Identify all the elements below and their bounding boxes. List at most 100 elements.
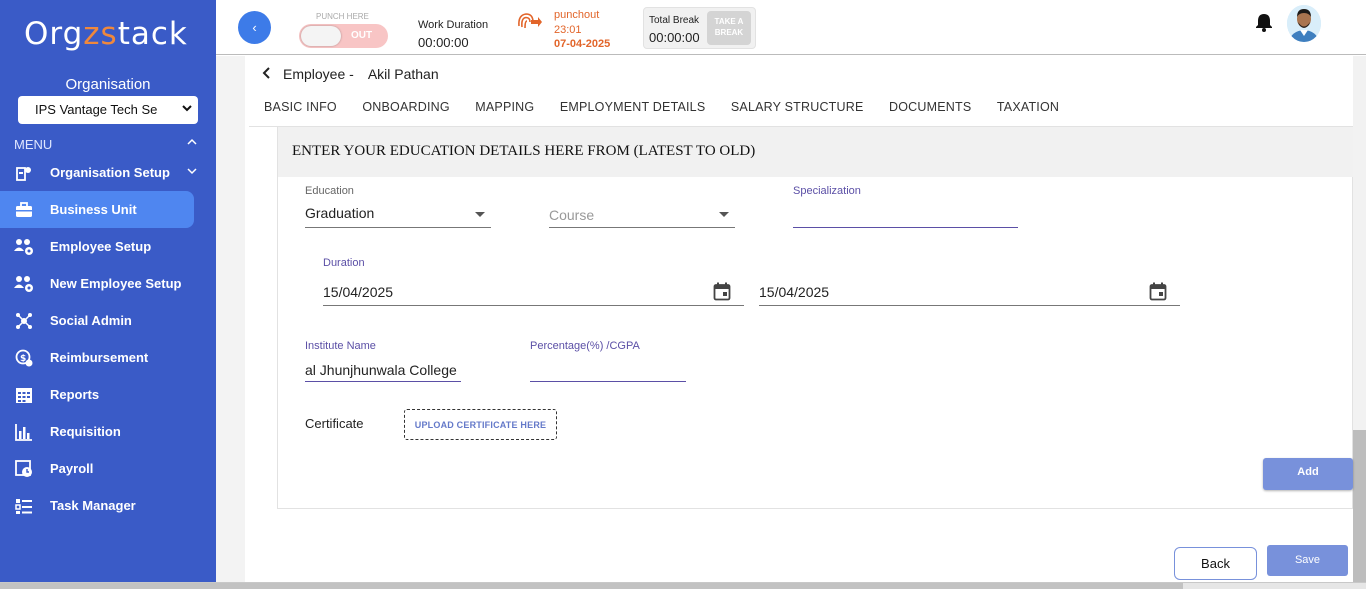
sidebar-item-label: Reports bbox=[50, 387, 100, 402]
course-select[interactable]: Course bbox=[549, 207, 594, 223]
svg-text:$: $ bbox=[20, 354, 26, 364]
institute-underline bbox=[305, 381, 461, 382]
sidebar-item-organisation-setup[interactable]: Organisation Setup bbox=[0, 154, 197, 191]
calendar-grid-icon bbox=[14, 385, 34, 405]
sidebar-item-reimbursement[interactable]: $ Reimbursement bbox=[0, 339, 194, 376]
payroll-icon bbox=[14, 459, 34, 479]
tab-documents[interactable]: DOCUMENTS bbox=[889, 89, 971, 126]
institute-label: Institute Name bbox=[305, 340, 376, 352]
sidebar: Orgzstack Organisation IPS Vantage Tech … bbox=[0, 0, 216, 582]
education-label: Education bbox=[305, 185, 354, 197]
sidebar-item-label: Reimbursement bbox=[50, 350, 149, 365]
breadcrumb-employee-name: Akil Pathan bbox=[367, 66, 439, 82]
org-setup-icon bbox=[14, 163, 34, 183]
sidebar-nav: Organisation Setup Business Unit Employe… bbox=[0, 154, 216, 524]
back-button[interactable]: Back bbox=[1174, 547, 1257, 580]
specialization-input[interactable] bbox=[793, 227, 1018, 228]
punchout-label: punchout bbox=[554, 9, 600, 21]
punch-label: PUNCH HERE bbox=[316, 12, 369, 21]
sidebar-item-label: Payroll bbox=[50, 461, 94, 476]
organisation-select-value: IPS Vantage Tech Se bbox=[35, 102, 158, 117]
bar-chart-icon bbox=[14, 422, 34, 442]
tab-mapping[interactable]: MAPPING bbox=[475, 89, 534, 126]
task-list-icon bbox=[14, 496, 34, 516]
people-gear-icon bbox=[14, 274, 34, 294]
chevron-down-icon bbox=[182, 102, 192, 116]
education-select[interactable]: Graduation bbox=[305, 205, 374, 221]
back-chevron-icon[interactable] bbox=[262, 66, 271, 82]
tab-salary-structure[interactable]: SALARY STRUCTURE bbox=[731, 89, 864, 126]
menu-label: MENU bbox=[14, 137, 53, 152]
institute-input[interactable]: al Jhunjhunwala College bbox=[305, 362, 461, 378]
percentage-label: Percentage(%) /CGPA bbox=[530, 340, 640, 352]
tab-taxation[interactable]: TAXATION bbox=[997, 89, 1059, 126]
horizontal-scrollbar-thumb[interactable] bbox=[0, 583, 1183, 589]
sidebar-item-requisition[interactable]: Requisition bbox=[0, 413, 194, 450]
sidebar-item-label: Organisation Setup bbox=[50, 165, 170, 180]
tab-employment-details[interactable]: EMPLOYMENT DETAILS bbox=[560, 89, 706, 126]
sidebar-item-task-manager[interactable]: Task Manager bbox=[0, 487, 194, 524]
caret-down-icon bbox=[719, 212, 729, 217]
upload-certificate-button[interactable]: UPLOAD CERTIFICATE HERE bbox=[404, 409, 557, 440]
duration-to-input[interactable]: 15/04/2025 bbox=[759, 284, 829, 300]
education-underline bbox=[305, 227, 491, 228]
duration-label: Duration bbox=[323, 257, 365, 269]
certificate-label: Certificate bbox=[305, 416, 364, 431]
breadcrumb-section: Employee - bbox=[283, 66, 354, 82]
fingerprint-icon bbox=[516, 10, 542, 37]
sidebar-item-label: Employee Setup bbox=[50, 239, 152, 254]
chevron-up-icon[interactable] bbox=[187, 136, 197, 150]
bell-icon[interactable] bbox=[1255, 12, 1273, 37]
reimbursement-icon: $ bbox=[14, 348, 34, 368]
take-break-line2: BREAK bbox=[714, 28, 744, 37]
punch-toggle-knob bbox=[301, 26, 341, 46]
sidebar-item-label: Requisition bbox=[50, 424, 121, 439]
network-icon bbox=[14, 311, 34, 331]
take-break-line1: TAKE A bbox=[714, 17, 744, 26]
punchout-date: 07-04-2025 bbox=[554, 38, 611, 50]
vertical-scrollbar-thumb[interactable] bbox=[1353, 430, 1366, 582]
work-duration-label: Work Duration bbox=[418, 19, 489, 31]
sidebar-item-label: New Employee Setup bbox=[50, 276, 182, 291]
sidebar-item-new-employee-setup[interactable]: New Employee Setup bbox=[0, 265, 194, 302]
avatar[interactable] bbox=[1287, 5, 1321, 42]
sidebar-item-label: Business Unit bbox=[50, 202, 137, 217]
employee-tabs: BASIC INFO ONBOARDING MAPPING EMPLOYMENT… bbox=[249, 89, 1353, 127]
people-gear-icon bbox=[14, 237, 34, 257]
caret-down-icon bbox=[475, 212, 485, 217]
duration-to-underline bbox=[759, 305, 1180, 306]
calendar-icon[interactable] bbox=[1149, 282, 1167, 306]
breadcrumb: Employee - Akil Pathan bbox=[262, 66, 439, 82]
topbar: ‹ PUNCH HERE OUT Work Duration 00:00:00 … bbox=[216, 0, 1366, 55]
organisation-select[interactable]: IPS Vantage Tech Se bbox=[18, 96, 198, 124]
tab-onboarding[interactable]: ONBOARDING bbox=[362, 89, 449, 126]
sidebar-item-employee-setup[interactable]: Employee Setup bbox=[0, 228, 194, 265]
add-education-button[interactable]: Add bbox=[1263, 458, 1353, 490]
sidebar-item-business-unit[interactable]: Business Unit bbox=[0, 191, 194, 228]
work-duration-value: 00:00:00 bbox=[418, 35, 469, 50]
sidebar-item-label: Task Manager bbox=[50, 498, 136, 513]
education-section-title: ENTER YOUR EDUCATION DETAILS HERE FROM (… bbox=[292, 143, 756, 159]
sidebar-item-social-admin[interactable]: Social Admin bbox=[0, 302, 194, 339]
organisation-label: Organisation bbox=[65, 76, 151, 93]
specialization-label: Specialization bbox=[793, 185, 861, 197]
punch-toggle[interactable]: OUT bbox=[299, 24, 388, 48]
punchout-time: 23:01 bbox=[554, 24, 582, 36]
duration-from-input[interactable]: 15/04/2025 bbox=[323, 284, 393, 300]
tab-basic-info[interactable]: BASIC INFO bbox=[264, 89, 337, 126]
chevron-down-icon bbox=[187, 166, 197, 179]
sidebar-item-payroll[interactable]: Payroll bbox=[0, 450, 194, 487]
app-logo[interactable]: Orgzstack bbox=[24, 16, 188, 52]
save-button[interactable]: Save bbox=[1267, 545, 1348, 576]
percentage-input[interactable] bbox=[530, 381, 686, 382]
course-underline bbox=[549, 227, 735, 228]
calendar-icon[interactable] bbox=[713, 282, 731, 306]
collapse-sidebar-button[interactable]: ‹ bbox=[238, 11, 271, 44]
briefcase-icon bbox=[14, 200, 34, 220]
punch-state: OUT bbox=[351, 30, 373, 41]
content-gutter bbox=[216, 56, 245, 582]
take-a-break-button[interactable]: TAKE A BREAK bbox=[707, 11, 751, 45]
total-break-box: Total Break 00:00:00 TAKE A BREAK bbox=[643, 7, 756, 49]
sidebar-item-reports[interactable]: Reports bbox=[0, 376, 194, 413]
duration-from-underline bbox=[323, 305, 744, 306]
